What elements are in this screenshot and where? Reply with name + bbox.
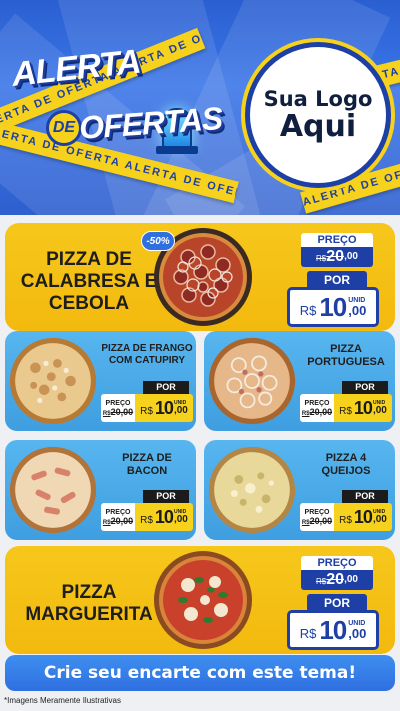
old-price-currency: R$ — [316, 577, 327, 586]
pizza-4-queijos-icon — [208, 446, 296, 534]
new-price: R$ 10 UNID ,00 — [334, 394, 392, 422]
product-name: PIZZA DE FRANGO COM CATUPIRY — [101, 343, 193, 366]
old-price-value: 20,00 — [309, 515, 333, 526]
old-price-value: 20,00 — [110, 515, 134, 526]
product-card-frango[interactable]: PIZZA DE FRANGO COM CATUPIRY POR PREÇO R… — [5, 331, 196, 431]
price-row: PREÇO R$20,00 R$ 10 UNID ,00 — [101, 394, 193, 422]
pizza-frango-icon — [9, 337, 97, 425]
old-price: PREÇO R$20,00 — [300, 394, 334, 422]
product-name: PIZZA DE CALABRESA E CEBOLA — [20, 249, 158, 314]
logo-text-line2: Aqui — [279, 108, 357, 144]
price-row: PREÇO R$20,00 R$ 10 UNID ,00 — [300, 503, 392, 531]
por-label: POR — [342, 490, 388, 503]
pizza-bacon-icon — [9, 446, 97, 534]
old-price-currency: R$ — [301, 519, 310, 526]
headline: ALERTA DE OFERTAS — [6, 43, 226, 162]
header-banner: ALERTA DE OFERTA ALERTA DE OFERTA ALERTA… — [0, 0, 400, 215]
product-name: PIZZA 4 QUEIJOS — [321, 452, 371, 478]
pizza-marguerita-icon — [153, 550, 253, 650]
por-label: POR — [342, 381, 388, 394]
new-price-cents: ,00 — [372, 404, 387, 416]
new-price-value: 10 — [154, 397, 174, 418]
featured-card-calabresa[interactable]: PIZZA DE CALABRESA E CEBOLA -50% PREÇO R… — [5, 223, 395, 331]
new-price: R$ 10 UNID ,00 — [287, 287, 379, 327]
logo-placeholder: Sua Logo Aqui — [245, 42, 391, 188]
headline-ofertas: OFERTAS — [78, 100, 224, 146]
headline-de: DE — [46, 110, 82, 146]
new-price-value: 10 — [353, 506, 373, 527]
new-price: R$ 10 UNID ,00 — [135, 394, 193, 422]
new-price-currency: R$ — [339, 406, 352, 417]
new-price: R$ 10 UNID ,00 — [135, 503, 193, 531]
product-card-4-queijos[interactable]: PIZZA 4 QUEIJOS POR PREÇO R$20,00 R$ 10 … — [204, 440, 395, 540]
old-price-cents: ,00 — [344, 574, 358, 585]
preco-label: PREÇO — [304, 399, 330, 407]
old-price: R$20,00 — [301, 247, 373, 267]
new-price-currency: R$ — [140, 515, 153, 526]
discount-badge: -50% — [141, 231, 175, 251]
por-label: POR — [143, 381, 189, 394]
featured-card-marguerita[interactable]: PIZZA MARGUERITA PREÇO R$20,00 POR R$ 10… — [5, 546, 395, 654]
preco-label: PREÇO — [301, 233, 373, 247]
old-price-currency: R$ — [316, 254, 327, 263]
product-card-bacon[interactable]: PIZZA DE BACON POR PREÇO R$20,00 R$ 10 U… — [5, 440, 196, 540]
old-price-value: 20 — [326, 571, 345, 588]
price-row: PREÇO R$20,00 R$ 10 UNID ,00 — [300, 394, 392, 422]
new-price-value: 10 — [319, 614, 347, 645]
old-price: PREÇO R$20,00 — [300, 503, 334, 531]
new-price-value: 10 — [319, 291, 347, 322]
product-card-portuguesa[interactable]: PIZZA PORTUGUESA POR PREÇO R$20,00 R$ 10… — [204, 331, 395, 431]
pizza-portuguesa-icon — [208, 337, 296, 425]
old-price: PREÇO R$20,00 — [101, 503, 135, 531]
new-price-currency: R$ — [299, 626, 317, 641]
new-price-cents: ,00 — [372, 513, 387, 525]
product-name: PIZZA MARGUERITA — [25, 582, 153, 625]
preco-label: PREÇO — [105, 399, 131, 407]
product-name: PIZZA DE BACON — [122, 452, 172, 478]
new-price-cents: ,00 — [348, 303, 367, 318]
old-price-value: 20,00 — [110, 406, 134, 417]
new-price-value: 10 — [353, 397, 373, 418]
new-price-value: 10 — [154, 506, 174, 527]
preco-label: PREÇO — [105, 508, 131, 516]
old-price: R$20,00 — [301, 570, 373, 590]
preco-label: PREÇO — [304, 508, 330, 516]
old-price-currency: R$ — [102, 410, 111, 417]
old-price-value: 20,00 — [309, 406, 333, 417]
product-name: PIZZA PORTUGUESA — [307, 343, 385, 369]
new-price-cents: ,00 — [173, 404, 188, 416]
new-price-currency: R$ — [299, 303, 317, 318]
price-row: PREÇO R$20,00 R$ 10 UNID ,00 — [101, 503, 193, 531]
logo-text-line1: Sua Logo — [263, 86, 373, 111]
por-label: POR — [143, 490, 189, 503]
old-price-cents: ,00 — [344, 251, 358, 262]
new-price: R$ 10 UNID ,00 — [334, 503, 392, 531]
new-price-cents: ,00 — [173, 513, 188, 525]
new-price-cents: ,00 — [348, 626, 367, 641]
new-price-currency: R$ — [339, 515, 352, 526]
old-price-currency: R$ — [301, 410, 310, 417]
disclaimer: *Imagens Meramente Ilustrativas — [4, 696, 121, 705]
preco-label: PREÇO — [301, 556, 373, 570]
old-price: PREÇO R$20,00 — [101, 394, 135, 422]
old-price-value: 20 — [326, 248, 345, 265]
siren-base — [156, 146, 198, 154]
new-price-currency: R$ — [140, 406, 153, 417]
old-price-currency: R$ — [102, 519, 111, 526]
new-price: R$ 10 UNID ,00 — [287, 610, 379, 650]
cta-banner[interactable]: Crie seu encarte com este tema! — [5, 655, 395, 691]
offers-area: PIZZA DE CALABRESA E CEBOLA -50% PREÇO R… — [0, 215, 400, 711]
